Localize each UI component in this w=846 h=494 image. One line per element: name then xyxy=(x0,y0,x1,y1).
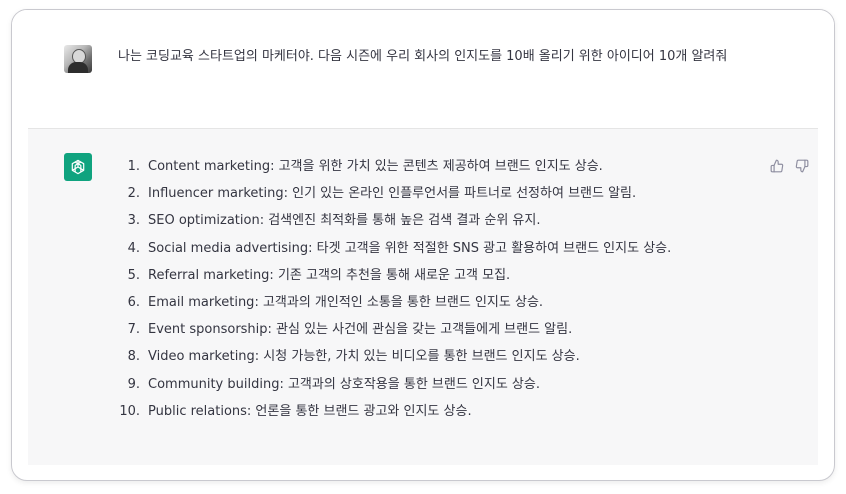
list-item-number: 4. xyxy=(127,240,140,256)
list-item: 6. Email marketing: 고객과의 개인적인 소통을 통한 브랜드 … xyxy=(110,289,671,316)
list-item-number: 1. xyxy=(127,159,140,174)
list-item-number: 5. xyxy=(127,267,140,283)
list-item-text: Video marketing: 시청 가능한, 가치 있는 비디오를 통한 브… xyxy=(148,349,580,365)
list-item-text: Influencer marketing: 인기 있는 온라인 인플루언서를 파… xyxy=(148,186,637,202)
list-item: 4. Social media advertising: 타겟 고객을 위한 적절… xyxy=(110,235,672,262)
user-avatar xyxy=(64,45,92,73)
list-item: 7. Event sponsorship: 관심 있는 사건에 관심을 갖는 고객… xyxy=(110,316,671,343)
assistant-answer-list: 1. Content marketing: 고객을 위한 가치 있는 콘텐츠 제공… xyxy=(110,153,671,425)
user-message-row: 나는 코딩교육 스타트업의 마케터야. 다음 시즌에 우리 회사의 인지도를 1… xyxy=(12,10,834,128)
chat-card: 나는 코딩교육 스타트업의 마케터야. 다음 시즌에 우리 회사의 인지도를 1… xyxy=(11,9,835,481)
list-item-text: Email marketing: 고객과의 개인적인 소통을 통한 브랜드 인지… xyxy=(148,294,544,310)
list-item-number: 7. xyxy=(127,322,140,338)
list-item-number: 2. xyxy=(127,186,140,202)
list-item-number: 6. xyxy=(127,294,140,310)
list-item: 3. SEO optimization: 검색엔진 최적화를 통해 높은 검색 결… xyxy=(110,207,671,234)
list-item-number: 3. xyxy=(127,213,140,229)
assistant-message-row: 1. Content marketing: 고객을 위한 가치 있는 콘텐츠 제공… xyxy=(28,128,818,465)
list-item-number: 8. xyxy=(127,349,140,365)
list-item-text: SEO optimization: 검색엔진 최적화를 통해 높은 검색 결과 … xyxy=(148,213,541,229)
list-item-text: Social media advertising: 타겟 고객을 위한 적절한 … xyxy=(148,240,672,256)
list-item-number: 9. xyxy=(127,376,140,392)
list-item: 1. Content marketing: 고객을 위한 가치 있는 콘텐츠 제공… xyxy=(110,153,671,180)
list-item-text: Event sponsorship: 관심 있는 사건에 관심을 갖는 고객들에… xyxy=(148,322,573,338)
openai-logo-icon xyxy=(64,153,92,181)
list-item: 10. Public relations: 언론을 통한 브랜드 광고와 인지도 … xyxy=(110,398,671,425)
list-item: 8. Video marketing: 시청 가능한, 가치 있는 비디오를 통한… xyxy=(110,343,671,370)
list-item-number: 10. xyxy=(119,403,140,419)
thumbs-down-icon[interactable] xyxy=(793,157,811,175)
list-item-text: Public relations: 언론을 통한 브랜드 광고와 인지도 상승. xyxy=(148,403,472,419)
list-item: 9. Community building: 고객과의 상호작용을 통한 브랜드 … xyxy=(110,371,671,398)
list-item: 2. Influencer marketing: 인기 있는 온라인 인플루언서를… xyxy=(110,180,671,207)
list-item-text: Community building: 고객과의 상호작용을 통한 브랜드 인지… xyxy=(148,376,540,392)
list-item-text: Referral marketing: 기존 고객의 추천을 통해 새로운 고객… xyxy=(148,267,511,283)
thumbs-up-icon[interactable] xyxy=(768,157,786,175)
list-item: 5. Referral marketing: 기존 고객의 추천을 통해 새로운 … xyxy=(110,262,671,289)
user-message-text: 나는 코딩교육 스타트업의 마케터야. 다음 시즌에 우리 회사의 인지도를 1… xyxy=(118,49,728,64)
list-item-text: Content marketing: 고객을 위한 가치 있는 콘텐츠 제공하여… xyxy=(148,159,603,174)
